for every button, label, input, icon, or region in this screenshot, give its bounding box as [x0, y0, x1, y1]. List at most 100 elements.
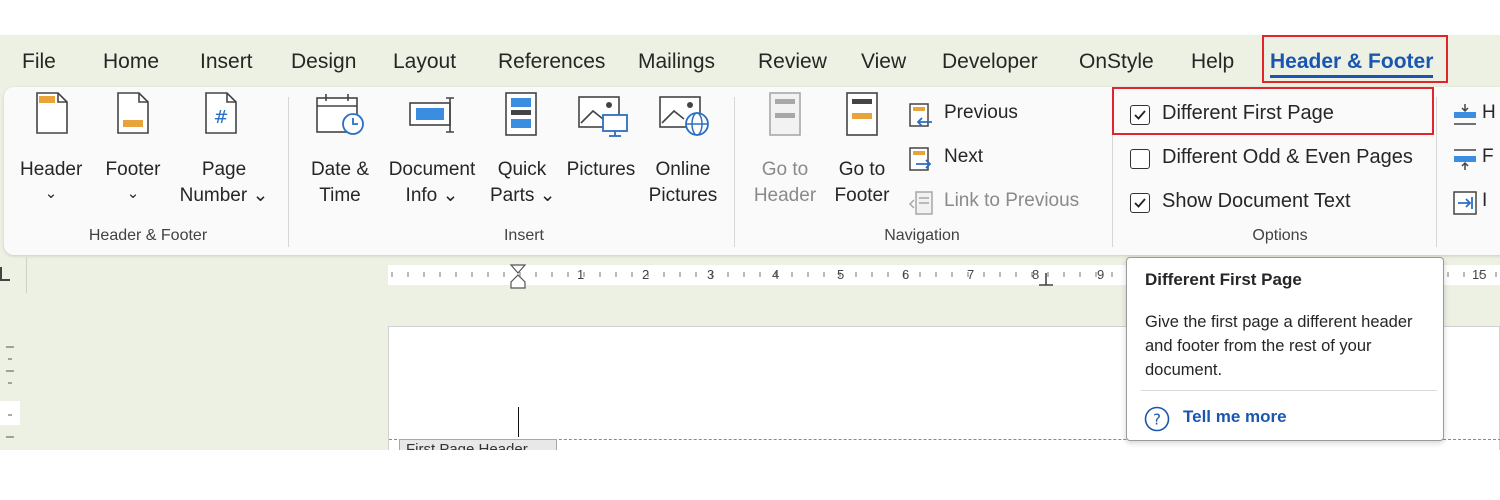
- group-label-insert: Insert: [503, 227, 544, 244]
- go-to-header-label-line2: Header: [753, 185, 817, 206]
- first-page-header-tag: First Page Header: [399, 439, 557, 450]
- previous-button[interactable]: Previous: [908, 100, 1048, 130]
- header-from-top-button[interactable]: H: [1452, 100, 1500, 130]
- tab-home[interactable]: Home: [103, 45, 159, 79]
- ruler-number: 5: [837, 267, 845, 282]
- footer-button-label: Footer: [105, 159, 161, 180]
- tab-view[interactable]: View: [861, 45, 906, 79]
- vertical-ruler-ticks: [0, 346, 20, 438]
- link-to-previous-label: Link to Previous: [944, 190, 1080, 211]
- ruler-number: 9: [1097, 267, 1105, 282]
- date-time-label-line2: Time: [319, 185, 361, 206]
- group-separator: [1436, 97, 1437, 247]
- next-label: Next: [944, 146, 984, 167]
- next-section-icon: [909, 147, 932, 171]
- indent-marker-icon[interactable]: [508, 263, 528, 289]
- header-from-top-label: H: [1482, 102, 1496, 123]
- insert-alignment-tab-button[interactable]: I: [1452, 188, 1500, 218]
- go-to-header-label-line1: Go to: [761, 159, 809, 180]
- online-pictures-button[interactable]: Online Pictures: [646, 87, 720, 217]
- tab-review[interactable]: Review: [758, 45, 827, 79]
- page-number-label-line2: Number ⌄: [179, 185, 269, 206]
- online-pictures-label-line2: Pictures: [648, 185, 718, 206]
- document-info-button[interactable]: Document Info ⌄: [382, 87, 482, 217]
- header-icon: [36, 92, 68, 134]
- highlight-box-option: [1112, 87, 1434, 135]
- tab-file[interactable]: File: [22, 45, 56, 79]
- document-info-label-line2: Info ⌄: [405, 185, 459, 206]
- go-to-footer-label-line1: Go to: [838, 159, 886, 180]
- ruler-number: 2: [642, 267, 650, 282]
- svg-text:#: #: [213, 107, 228, 128]
- different-odd-even-checkbox[interactable]: Different Odd & Even Pages: [1130, 144, 1430, 174]
- text-cursor: [518, 407, 519, 437]
- show-document-text-label: Show Document Text: [1162, 190, 1351, 212]
- tab-insert[interactable]: Insert: [200, 45, 253, 79]
- tooltip-body: Give the first page a different header a…: [1145, 313, 1413, 379]
- next-button[interactable]: Next: [908, 144, 1018, 174]
- ruler-number: 3: [707, 267, 715, 282]
- link-to-previous-button[interactable]: Link to Previous: [908, 188, 1098, 218]
- tooltip-divider: [1141, 390, 1437, 391]
- tab-references[interactable]: References: [498, 45, 605, 79]
- document-info-label-line1: Document: [388, 159, 476, 180]
- ruler-number: 4: [772, 267, 780, 282]
- footer-from-bottom-icon: [1454, 149, 1476, 170]
- footer-button[interactable]: Footer ⌄: [100, 87, 166, 217]
- quick-parts-icon: [505, 92, 537, 136]
- pictures-icon: [578, 96, 628, 137]
- tab-layout[interactable]: Layout: [393, 45, 456, 79]
- tab-help[interactable]: Help: [1191, 45, 1234, 79]
- link-to-previous-icon: [908, 191, 933, 215]
- pictures-button[interactable]: Pictures: [564, 87, 638, 217]
- ruler-number: 1: [577, 267, 585, 282]
- footer-icon: [117, 92, 149, 134]
- group-label-options: Options: [1252, 227, 1308, 244]
- group-label-header-footer: Header & Footer: [88, 227, 208, 244]
- tab-onstyle[interactable]: OnStyle: [1079, 45, 1154, 79]
- different-odd-even-check-box[interactable]: [1130, 149, 1150, 169]
- help-question-icon: ?: [1144, 406, 1170, 432]
- ruler-number: 15: [1472, 267, 1487, 282]
- go-to-header-button[interactable]: Go to Header: [750, 87, 820, 217]
- date-time-button[interactable]: Date & Time: [304, 87, 376, 217]
- tab-mailings[interactable]: Mailings: [638, 45, 715, 79]
- online-pictures-label-line1: Online: [655, 159, 711, 180]
- tab-selector-icon[interactable]: [0, 267, 10, 281]
- go-to-footer-button[interactable]: Go to Footer: [826, 87, 898, 217]
- go-to-footer-label-line2: Footer: [834, 185, 890, 206]
- tooltip-title: Different First Page: [1145, 270, 1302, 289]
- date-time-label-line1: Date &: [310, 159, 370, 180]
- footer-from-bottom-button[interactable]: F: [1452, 144, 1500, 174]
- checkmark-icon: [1134, 198, 1146, 208]
- ruler-number: 6: [902, 267, 910, 282]
- ruler-number: 8: [1032, 267, 1040, 282]
- group-label-navigation: Navigation: [884, 227, 960, 244]
- go-to-footer-icon: [846, 92, 878, 136]
- show-document-text-checkbox[interactable]: Show Document Text: [1130, 188, 1390, 218]
- highlight-box-tab: [1262, 35, 1448, 83]
- quick-parts-label-line1: Quick: [497, 159, 547, 180]
- footer-from-bottom-label: F: [1482, 146, 1494, 167]
- pictures-label: Pictures: [566, 159, 636, 180]
- ribbon-panel: Header ⌄ Footer ⌄ # Page Number ⌄ Header…: [4, 87, 1500, 255]
- tab-design[interactable]: Design: [291, 45, 356, 79]
- group-separator: [288, 97, 289, 247]
- header-from-top-icon: [1454, 104, 1476, 125]
- show-document-text-check-box[interactable]: [1130, 193, 1150, 213]
- header-button[interactable]: Header ⌄: [20, 87, 82, 217]
- header-dropdown-chevron: ⌄: [44, 185, 58, 202]
- ruler-divider: [26, 257, 27, 293]
- vertical-ruler[interactable]: [0, 325, 20, 450]
- quick-parts-button[interactable]: Quick Parts ⌄: [490, 87, 556, 217]
- svg-text:?: ?: [1153, 411, 1161, 429]
- previous-section-icon: [909, 103, 932, 127]
- go-to-header-icon: [769, 92, 801, 136]
- tab-developer[interactable]: Developer: [942, 45, 1038, 79]
- tab-stop-marker-icon[interactable]: [1038, 273, 1054, 287]
- page-number-button[interactable]: # Page Number ⌄: [174, 87, 274, 217]
- group-separator: [734, 97, 735, 247]
- quick-parts-label-line2: Parts ⌄: [490, 185, 556, 206]
- ribbon-tabs: File Home Insert Design Layout Reference…: [0, 35, 1500, 87]
- page-number-icon: #: [205, 92, 237, 134]
